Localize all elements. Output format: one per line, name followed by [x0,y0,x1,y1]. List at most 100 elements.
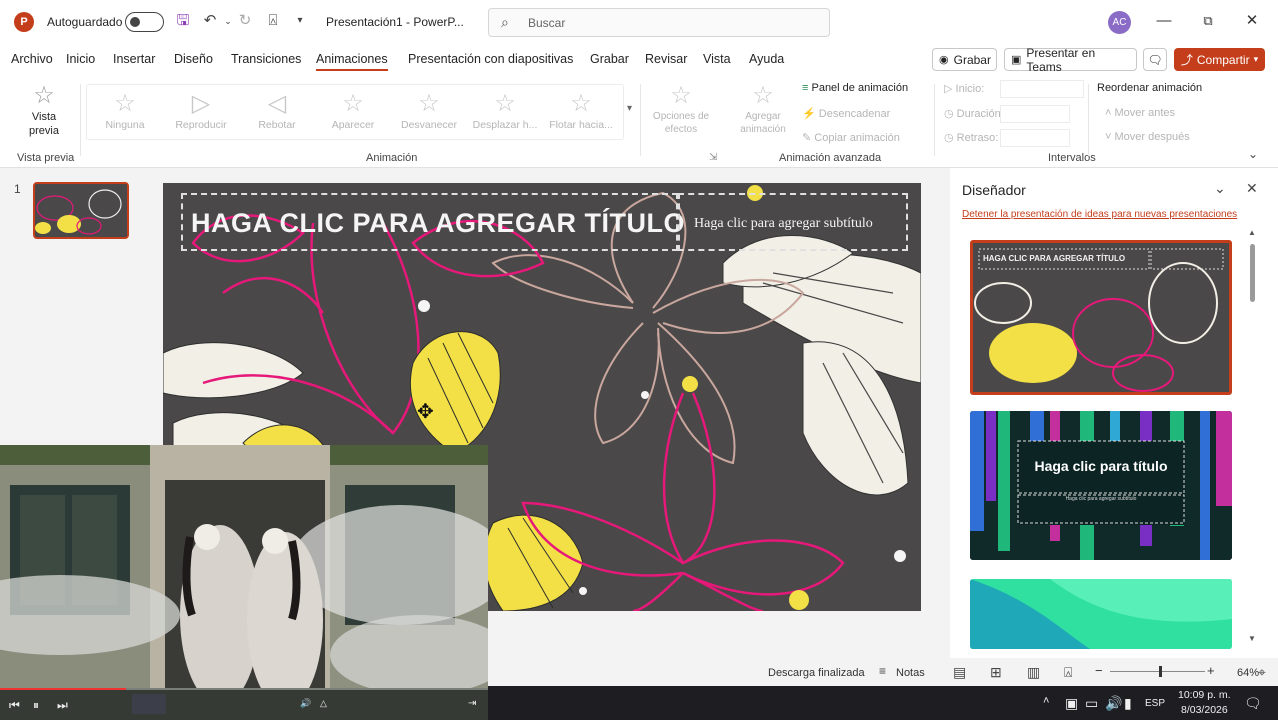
tab-archivo[interactable]: Archivo [11,52,53,66]
zoom-slider-thumb[interactable] [1158,666,1162,677]
tab-animaciones[interactable]: Animaciones [316,52,388,71]
notes-label[interactable]: Notas [896,667,925,679]
search-box[interactable]: ⌕ Buscar [488,8,830,37]
effect-options-button[interactable]: ☆ Opciones de efectos [650,82,712,136]
comments-button[interactable]: 🗨 [1143,48,1167,71]
duration-input[interactable] [1000,105,1070,123]
tab-vista[interactable]: Vista [703,52,731,66]
slide-sorter-icon[interactable]: ⊞ [990,664,1002,681]
redo-icon[interactable]: ↻ [236,12,254,30]
trigger-button[interactable]: ⚡ Desencadenar [802,107,890,120]
tab-presentacion[interactable]: Presentación con diapositivas [408,52,573,66]
notes-icon[interactable]: ≡ [879,664,886,678]
add-animation-button[interactable]: ☆ Agregar animación [730,82,796,136]
record-button[interactable]: ◉ Grabar [932,48,997,71]
fit-slide-icon[interactable]: ⌖ [1258,664,1266,681]
collapse-ribbon-icon[interactable]: ⌄ [1248,147,1258,161]
avatar[interactable]: AC [1108,11,1131,34]
move-later-label: Mover después [1114,131,1190,143]
slideshow-icon[interactable]: ⍓ [1064,664,1072,681]
clock-date[interactable]: 8/03/2026 [1181,704,1228,716]
tab-transiciones[interactable]: Transiciones [231,52,301,66]
animation-desplazar[interactable]: ☆ Desplazar h... [469,89,541,131]
animation-flotar[interactable]: ☆ Flotar hacia... [545,89,617,131]
device-icon[interactable]: ▣ [1065,695,1078,712]
copy-animation-button[interactable]: ✎ Copiar animación [802,131,900,144]
slide-thumbnail[interactable] [33,182,129,239]
designer-scroll-thumb[interactable] [1250,244,1255,302]
design-idea-1[interactable]: HAGA CLIC PARA AGREGAR TÍTULO [970,240,1232,395]
expand-icon[interactable]: ⇥ [468,698,476,709]
designer-title: Diseñador [962,182,1026,198]
undo-dropdown-icon[interactable]: ⌄ [219,12,237,30]
gallery-more-icon[interactable]: ▾ [627,103,632,114]
customize-toolbar-icon[interactable]: ▾ [291,12,309,30]
zoom-level[interactable]: 64% [1237,667,1259,679]
record-label: Grabar [953,52,991,67]
battery-icon[interactable]: ▮ [1124,695,1132,712]
next-icon[interactable]: ⏭ [57,698,68,713]
share-button[interactable]: ⤴ Compartir ▾ [1174,48,1265,71]
present-from-start-icon[interactable]: ⍓ [264,12,282,30]
animation-ninguna[interactable]: ☆ Ninguna [89,89,161,131]
move-earlier-button[interactable]: ˄ Mover antes [1105,107,1175,119]
star-icon: ☆ [570,90,592,117]
minimize-icon[interactable]: — [1155,12,1173,30]
volume-icon[interactable]: 🔊 [300,698,311,709]
present-in-teams-button[interactable]: ▣ Presentar en Teams [1004,46,1137,74]
network-icon[interactable]: ▭ [1085,695,1098,712]
show-hidden-icons-icon[interactable]: ˄ [1043,695,1049,707]
ribbon: ☆ Vista previa ☆ Ninguna ▷ Reproducir ◁ … [0,76,1278,168]
start-label: ▷ Inicio: [944,82,984,95]
previous-icon[interactable]: ⏮ [9,698,20,713]
tab-grabar[interactable]: Grabar [590,52,629,66]
animation-panel-button[interactable]: ≡ Panel de animación [802,82,908,94]
undo-icon[interactable]: ↶ [201,12,219,30]
reorder-label: Reordenar animación [1097,82,1203,94]
zoom-out-icon[interactable]: − [1095,663,1103,678]
move-later-button[interactable]: ˅ Mover después [1105,131,1190,143]
design-idea-3[interactable] [970,579,1232,649]
restore-icon[interactable]: ⧉ [1199,12,1217,30]
subtitle-placeholder[interactable]: Haga clic para agregar subtítulo [678,193,908,251]
preview-button[interactable]: ☆ Vista previa [14,82,74,138]
design-idea-2[interactable]: Haga clic para título Haga clic para agr… [970,411,1232,560]
tab-insertar[interactable]: Insertar [113,52,155,66]
animation-aparecer[interactable]: ☆ Aparecer [317,89,389,131]
zoom-in-icon[interactable]: + [1207,663,1215,678]
start-select[interactable] [1000,80,1084,98]
share-label: Compartir [1196,52,1250,67]
clock-time[interactable]: 10:09 p. m. [1178,689,1231,701]
tab-ayuda[interactable]: Ayuda [749,52,784,66]
close-icon[interactable]: ✕ [1243,12,1261,30]
animation-label: Flotar hacia... [549,119,613,131]
animation-rebobinar[interactable]: ◁ Rebotar [241,89,313,131]
normal-view-icon[interactable]: ▤ [953,664,966,681]
subtitle-placeholder-text: Haga clic para agregar subtítulo [694,216,873,231]
save-icon[interactable]: 🖫 [174,12,192,30]
animation-reproducir[interactable]: ▷ Reproducir [165,89,237,131]
autosave-toggle[interactable] [125,12,164,32]
scroll-down-icon[interactable]: ▼ [1248,634,1256,643]
title-placeholder[interactable]: HAGA CLIC PARA AGREGAR TÍTULO [181,193,684,251]
animation-desvanecer[interactable]: ☆ Desvanecer [393,89,465,131]
stop-ideas-link[interactable]: Detener la presentación de ideas para nu… [962,209,1237,220]
notifications-icon[interactable]: 🗨 [1244,695,1262,712]
reading-view-icon[interactable]: ▥ [1027,664,1040,681]
tab-diseno[interactable]: Diseño [174,52,213,66]
designer-options-icon[interactable]: ⌄ [1214,180,1226,197]
pause-icon[interactable]: ⏸ [33,698,39,713]
delay-label: ◷ Retraso: [944,131,998,144]
document-title[interactable]: Presentación1 - PowerP... [326,15,464,29]
language-indicator[interactable]: ESP [1145,698,1165,709]
zoom-slider[interactable] [1110,671,1205,672]
tab-inicio[interactable]: Inicio [66,52,95,66]
volume-icon[interactable]: 🔊 [1105,695,1122,712]
tab-revisar[interactable]: Revisar [645,52,687,66]
scroll-up-icon[interactable]: ▲ [1248,228,1256,237]
delay-input[interactable] [1000,129,1070,147]
dialog-launcher-icon[interactable]: ⇲ [709,152,717,163]
video-overlay[interactable]: ⏮ ⏸ ⏭ 🔊 △ ⇥ [0,445,488,720]
designer-close-icon[interactable]: ✕ [1246,180,1258,197]
like-icon[interactable]: △ [320,698,327,709]
